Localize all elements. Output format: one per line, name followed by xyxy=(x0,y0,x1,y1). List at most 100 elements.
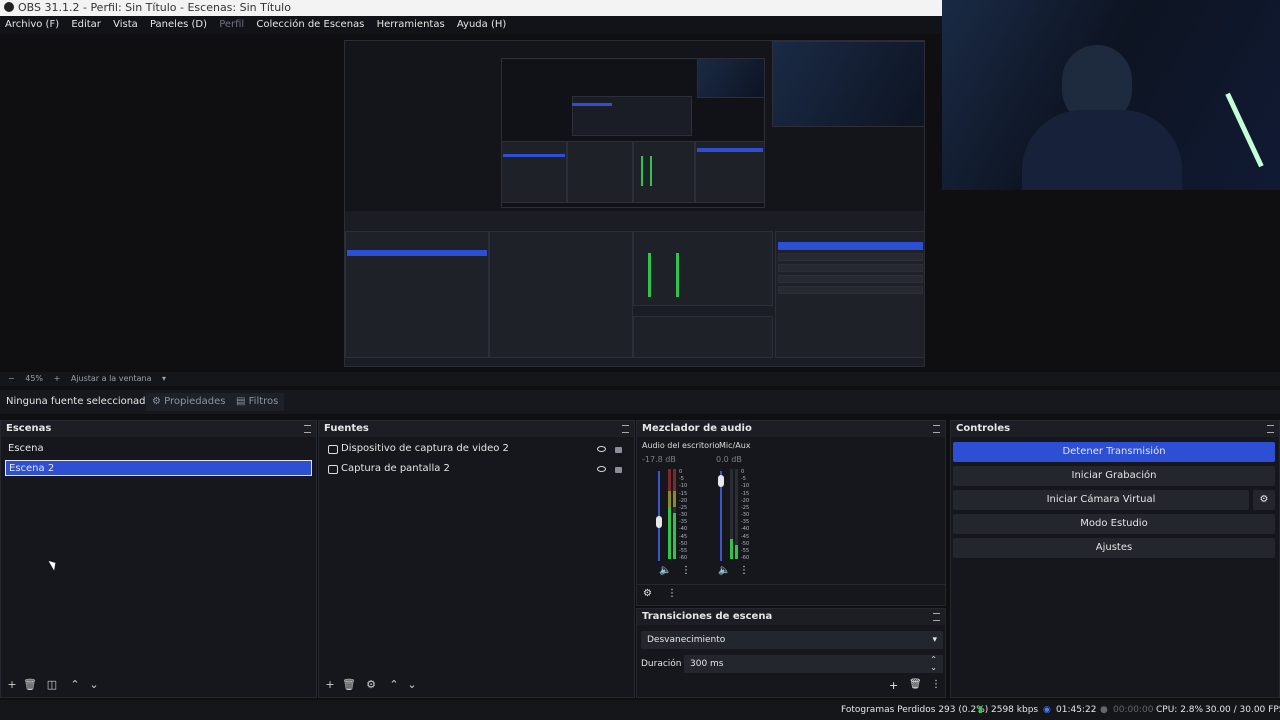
sources-dock: Fuentes Dispositivo de captura de video … xyxy=(318,420,635,698)
filters-label: Filtros xyxy=(248,396,279,407)
add-icon[interactable]: + xyxy=(889,679,898,692)
nested-sources xyxy=(567,141,633,203)
audio-mixer-dock: Mezclador de audio Audio del escritorio … xyxy=(636,420,946,606)
meter-scale-tick: -45 xyxy=(741,533,750,540)
nested-dock-ctrl-primary xyxy=(778,242,923,250)
more-icon[interactable]: ⋮ xyxy=(681,565,691,576)
channel-label-mic: Mic/Aux xyxy=(719,441,751,450)
source-item-video-capture[interactable]: Dispositivo de captura de video 2 xyxy=(323,441,630,457)
more-icon[interactable]: ⋮ xyxy=(667,588,677,599)
webcam-person-body xyxy=(1022,110,1182,190)
volume-knob-mic[interactable] xyxy=(718,475,724,488)
undock-icon[interactable] xyxy=(933,613,940,621)
start-recording-button[interactable]: Iniciar Grabación xyxy=(953,466,1275,486)
move-up-icon[interactable]: ⌃ xyxy=(387,678,401,692)
meter-scale-tick: -10 xyxy=(741,483,750,490)
meter-scale-tick: -30 xyxy=(741,512,750,518)
meter-mic-right xyxy=(735,545,738,559)
properties-button[interactable]: ⚙ Propiedades xyxy=(146,393,232,411)
camera-icon xyxy=(328,445,338,454)
gear-icon[interactable]: ⚙ xyxy=(364,678,378,692)
studio-mode-button[interactable]: Modo Estudio xyxy=(953,514,1275,534)
mouse-cursor-icon xyxy=(48,558,59,571)
mixer-divider xyxy=(637,584,945,585)
meter-scale-tick: -5 xyxy=(679,476,684,483)
eye-icon[interactable] xyxy=(597,466,606,472)
undock-icon[interactable] xyxy=(304,425,311,433)
transition-select-value: Desvanecimiento xyxy=(647,635,726,645)
spin-down-icon[interactable]: ⌄ xyxy=(930,659,937,677)
nested-ctrl-primary xyxy=(697,148,763,152)
channel-db-mic: 0.0 dB xyxy=(716,455,742,464)
nested-blue-row xyxy=(572,103,612,106)
scene-item-selected[interactable]: Escena 2 xyxy=(5,460,312,476)
meter-scale-tick: -20 xyxy=(741,497,750,504)
zoom-fit-label[interactable]: Ajustar a la ventana xyxy=(71,374,152,383)
meter-desktop-left-yellow xyxy=(668,491,671,507)
meter-desktop-left-red xyxy=(668,469,671,491)
undock-icon[interactable] xyxy=(622,425,629,433)
menu-coleccion-escenas[interactable]: Colección de Escenas xyxy=(256,19,364,30)
speaker-icon[interactable]: 🔈 xyxy=(659,565,671,576)
nested-dock-ctrl-2 xyxy=(778,253,923,261)
gear-icon[interactable]: ⚙ xyxy=(643,588,652,599)
trash-icon[interactable]: 🗑 xyxy=(23,678,37,692)
trash-icon[interactable]: 🗑 xyxy=(342,678,356,692)
menu-editar[interactable]: Editar xyxy=(71,19,101,30)
nested-dock-scene-sel xyxy=(347,250,487,256)
lock-icon[interactable] xyxy=(615,447,622,453)
add-icon[interactable]: + xyxy=(5,678,19,692)
source-item-screen-capture[interactable]: Captura de pantalla 2 xyxy=(323,461,630,477)
chevron-down-icon: ▾ xyxy=(932,635,937,645)
cpu-usage: CPU: 2.8% xyxy=(1156,705,1204,715)
virtual-camera-settings-button[interactable]: ⚙ xyxy=(1253,490,1275,510)
gear-icon: ⚙ xyxy=(1259,494,1269,505)
menu-perfil[interactable]: Perfil xyxy=(219,19,244,30)
speaker-icon[interactable]: 🔈 xyxy=(718,565,730,576)
zoom-out-button[interactable]: − xyxy=(8,374,15,383)
move-down-icon[interactable]: ⌄ xyxy=(405,678,419,692)
menu-herramientas[interactable]: Herramientas xyxy=(377,19,445,30)
more-icon[interactable]: ⋮ xyxy=(739,565,749,576)
zoom-dropdown-icon[interactable]: ▾ xyxy=(162,374,166,383)
filters-icon[interactable]: ◫ xyxy=(45,678,59,692)
menu-vista[interactable]: Vista xyxy=(113,19,138,30)
move-down-icon[interactable]: ⌄ xyxy=(87,678,101,692)
meter-scale-tick: -35 xyxy=(741,519,750,526)
meter-scale-tick: 0 xyxy=(679,469,683,475)
preview-canvas[interactable] xyxy=(344,40,925,367)
stop-streaming-button[interactable]: Detener Transmisión xyxy=(953,442,1275,462)
menu-ayuda[interactable]: Ayuda (H) xyxy=(457,19,506,30)
scene-item[interactable]: Escena xyxy=(5,441,312,457)
dropped-frames: Fotogramas Perdidos 293 (0.2%) xyxy=(841,705,989,715)
menu-archivo[interactable]: Archivo (F) xyxy=(5,19,59,30)
meter-scale-tick: -5 xyxy=(741,476,746,483)
trash-icon[interactable]: 🗑 xyxy=(909,679,922,690)
bitrate: 2598 kbps xyxy=(991,705,1039,715)
mixer-title: Mezclador de audio xyxy=(637,421,945,437)
nested-webcam xyxy=(772,41,924,127)
monitor-icon xyxy=(328,465,338,474)
meter-scale-tick: -25 xyxy=(741,504,750,511)
filters-button[interactable]: ▤ Filtros xyxy=(230,393,285,411)
menu-paneles[interactable]: Paneles (D) xyxy=(150,19,207,30)
scenes-toolbar: + 🗑 ◫ ⌃ ⌄ xyxy=(1,673,316,697)
undock-icon[interactable] xyxy=(1267,425,1274,433)
settings-button[interactable]: Ajustes xyxy=(953,538,1275,558)
more-icon[interactable]: ⋮ xyxy=(931,679,941,690)
add-icon[interactable]: + xyxy=(323,678,337,692)
duration-spinbox[interactable]: 300 ms ⌃ ⌄ xyxy=(684,655,943,673)
move-up-icon[interactable]: ⌃ xyxy=(68,678,82,692)
undock-icon[interactable] xyxy=(933,425,940,433)
properties-label: Propiedades xyxy=(164,396,226,407)
nested-dock-ctrl-5 xyxy=(778,286,923,294)
transition-select[interactable]: Desvanecimiento ▾ xyxy=(641,631,943,649)
start-virtual-camera-button[interactable]: Iniciar Cámara Virtual xyxy=(953,490,1249,510)
volume-knob-desktop[interactable] xyxy=(656,515,662,528)
eye-icon[interactable] xyxy=(597,446,606,452)
transitions-title: Transiciones de escena xyxy=(637,609,945,625)
meter-desktop-right-red xyxy=(673,469,676,491)
zoom-in-button[interactable]: + xyxy=(54,374,61,383)
nested-scene-sel xyxy=(503,154,565,157)
lock-icon[interactable] xyxy=(615,467,622,473)
